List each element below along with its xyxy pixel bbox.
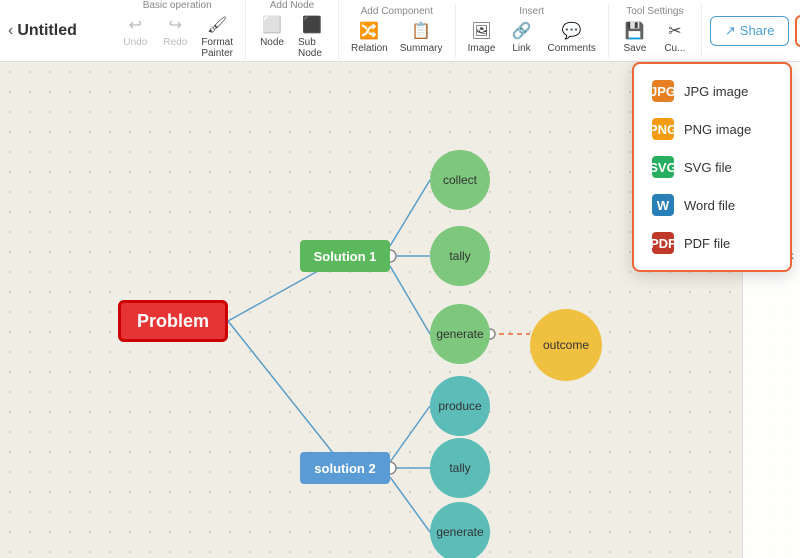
summary-button[interactable]: 📋Summary <box>396 19 447 56</box>
comments-button[interactable]: 💬Comments <box>544 19 600 56</box>
redo-button[interactable]: ↪Redo <box>157 13 193 61</box>
undo-icon: ↩ <box>129 15 142 35</box>
tally2-node[interactable]: tally <box>430 438 490 498</box>
sub-node-button[interactable]: ⬛Sub Node <box>294 13 330 61</box>
cut-button[interactable]: ✂Cu... <box>657 19 693 56</box>
save-icon: 💾 <box>625 21 645 41</box>
generate2-node[interactable]: generate <box>430 502 490 558</box>
node-button[interactable]: ⬜Node <box>254 13 290 61</box>
export-jpg-item[interactable]: JPG JPG image <box>634 72 790 110</box>
export-word-item[interactable]: W Word file <box>634 186 790 224</box>
export-png-item[interactable]: PNG PNG image <box>634 110 790 148</box>
add-component-label: Add Component <box>361 6 433 17</box>
outcome-node[interactable]: outcome <box>530 309 602 381</box>
toolbar-group-add-component: Add Component 🔀Relation 📋Summary <box>339 4 456 58</box>
image-button[interactable]: 🖼Image <box>464 19 500 56</box>
toolbar-group-add-node: Add Node ⬜Node ⬛Sub Node <box>246 0 339 63</box>
toolbar-group-insert: Insert 🖼Image 🔗Link 💬Comments <box>456 4 609 58</box>
tool-settings-buttons: 💾Save ✂Cu... <box>617 19 693 56</box>
comments-icon: 💬 <box>562 21 582 41</box>
app-title: Untitled <box>17 22 97 40</box>
header: ‹ Untitled Basic operation ↩Undo ↪Redo 🖌… <box>0 0 800 62</box>
export-dropdown: JPG JPG image PNG PNG image SVG SVG file… <box>632 62 792 272</box>
image-icon: 🖼 <box>471 21 491 41</box>
add-component-buttons: 🔀Relation 📋Summary <box>347 19 447 56</box>
node-icon: ⬜ <box>262 15 282 35</box>
insert-buttons: 🖼Image 🔗Link 💬Comments <box>464 19 600 56</box>
problem-node[interactable]: Problem <box>118 300 228 342</box>
relation-button[interactable]: 🔀Relation <box>347 19 392 56</box>
generate1-node[interactable]: generate <box>430 304 490 364</box>
svg-icon: SVG <box>652 156 674 178</box>
right-actions: ↗ Share ⬆ Export <box>702 15 800 47</box>
pdf-icon: PDF <box>652 232 674 254</box>
save-button[interactable]: 💾Save <box>617 19 653 56</box>
solution2-node[interactable]: solution 2 <box>300 452 390 484</box>
jpg-icon: JPG <box>652 80 674 102</box>
undo-button[interactable]: ↩Undo <box>117 13 153 61</box>
format-painter-button[interactable]: 🖌Format Painter <box>197 13 237 61</box>
toolbar-group-tool-settings: Tool Settings 💾Save ✂Cu... <box>609 4 702 58</box>
add-node-buttons: ⬜Node ⬛Sub Node <box>254 13 330 61</box>
add-node-label: Add Node <box>270 0 314 11</box>
tool-settings-label: Tool Settings <box>626 6 683 17</box>
produce-node[interactable]: produce <box>430 376 490 436</box>
basic-buttons: ↩Undo ↪Redo 🖌Format Painter <box>117 13 237 61</box>
format-painter-icon: 🖌 <box>207 15 227 35</box>
cut-icon: ✂ <box>668 21 681 41</box>
toolbar-group-basic-label: Basic operation <box>143 0 212 11</box>
tally1-node[interactable]: tally <box>430 226 490 286</box>
solution1-node[interactable]: Solution 1 <box>300 240 390 272</box>
link-button[interactable]: 🔗Link <box>504 19 540 56</box>
link-icon: 🔗 <box>512 21 532 41</box>
collect-node[interactable]: collect <box>430 150 490 210</box>
toolbar-group-basic: Basic operation ↩Undo ↪Redo 🖌Format Pain… <box>109 0 246 63</box>
share-button[interactable]: ↗ Share <box>710 16 790 46</box>
insert-label: Insert <box>519 6 544 17</box>
share-icon: ↗ <box>725 23 736 39</box>
summary-icon: 📋 <box>411 21 431 41</box>
relation-icon: 🔀 <box>359 21 379 41</box>
word-icon: W <box>652 194 674 216</box>
export-svg-item[interactable]: SVG SVG file <box>634 148 790 186</box>
redo-icon: ↪ <box>169 15 182 35</box>
export-pdf-item[interactable]: PDF PDF file <box>634 224 790 262</box>
sub-node-icon: ⬛ <box>302 15 322 35</box>
back-button[interactable]: ‹ <box>8 19 13 43</box>
png-icon: PNG <box>652 118 674 140</box>
export-button[interactable]: ⬆ Export <box>795 15 800 47</box>
